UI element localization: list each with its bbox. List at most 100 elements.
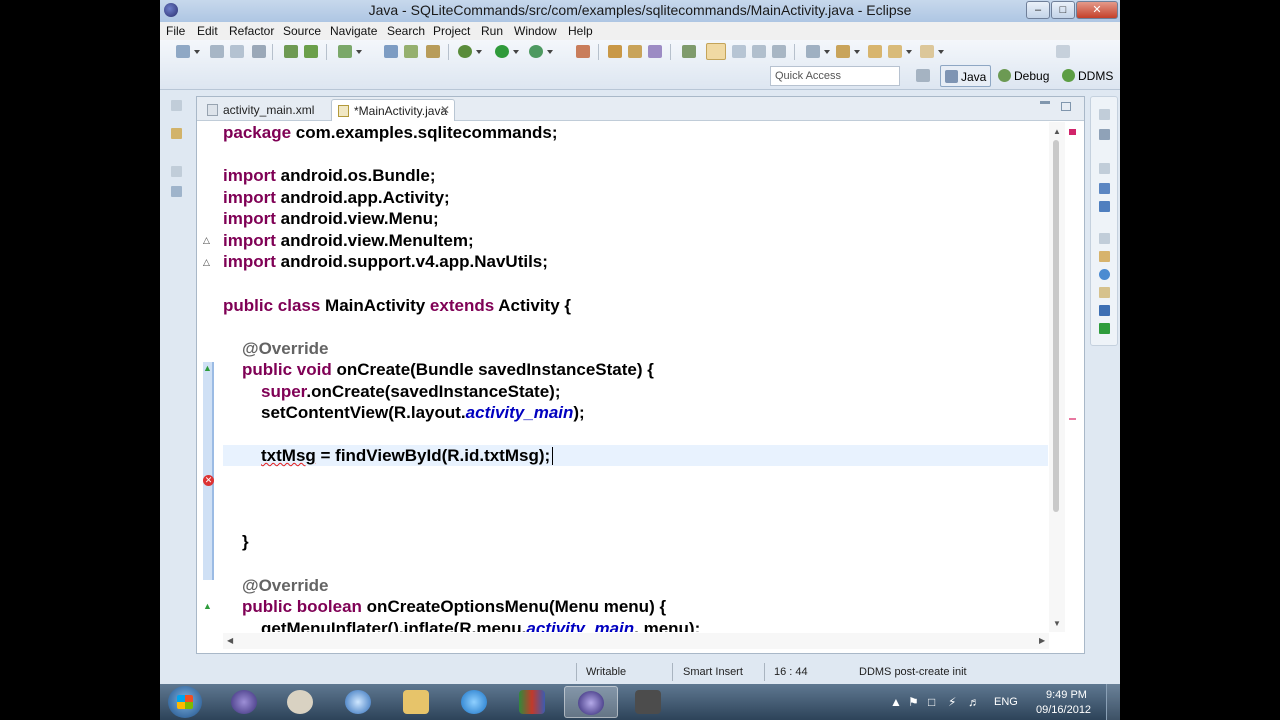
perspective-debug[interactable]: Debug (994, 65, 1053, 87)
override-marker-icon[interactable]: ▲ (203, 364, 212, 373)
taskbar-app-explorer[interactable] (390, 686, 444, 718)
error-identifier[interactable]: txtMsg (261, 446, 316, 465)
scroll-down-icon[interactable]: ▼ (1053, 619, 1061, 628)
open-type-icon[interactable] (384, 45, 398, 58)
save-all-icon[interactable] (230, 45, 244, 58)
menu-help[interactable]: Help (568, 24, 593, 38)
menu-window[interactable]: Window (514, 24, 557, 38)
console-icon[interactable] (1099, 305, 1110, 316)
print-icon[interactable] (252, 45, 266, 58)
perspective-java[interactable]: Java (940, 65, 992, 87)
menu-edit[interactable]: Edit (197, 24, 218, 38)
start-button[interactable] (168, 686, 202, 718)
scrollbar-thumb[interactable] (1053, 140, 1059, 512)
save-icon[interactable] (210, 45, 224, 58)
hierarchy-icon[interactable] (1099, 183, 1110, 194)
new-package-icon[interactable] (628, 45, 642, 58)
menu-refactor[interactable]: Refactor (229, 24, 274, 38)
restore-view-icon[interactable] (1099, 163, 1110, 174)
clock-time[interactable]: 9:49 PM (1046, 689, 1087, 701)
power-icon[interactable]: ⚡ (948, 696, 960, 708)
scroll-left-icon[interactable]: ◀ (227, 636, 233, 645)
mark-occurrences-icon[interactable] (706, 43, 726, 60)
previous-annotation-icon[interactable] (836, 45, 850, 58)
new-class-icon[interactable] (648, 45, 662, 58)
warning-marker-icon[interactable]: △ (203, 236, 212, 245)
menu-file[interactable]: File (166, 24, 185, 38)
restore-view-icon[interactable] (171, 100, 182, 111)
flag-icon[interactable]: ⚑ (908, 696, 920, 708)
android-sdk-icon[interactable] (284, 45, 298, 58)
previous-annotation-dropdown-icon[interactable] (854, 50, 860, 54)
javadoc-icon[interactable] (1099, 269, 1110, 280)
menu-navigate[interactable]: Navigate (330, 24, 377, 38)
error-overview-marker[interactable] (1069, 129, 1076, 135)
lint-check-icon[interactable] (338, 45, 352, 58)
debug-dropdown-icon[interactable] (476, 50, 482, 54)
taskbar-app-eclipse-pinned[interactable] (218, 686, 272, 718)
restore-view-icon[interactable] (171, 166, 182, 177)
declaration-icon[interactable] (1099, 287, 1110, 298)
vertical-scrollbar[interactable]: ▲ ▼ (1049, 122, 1065, 632)
run-icon[interactable] (495, 45, 509, 58)
language-indicator[interactable]: ENG (994, 696, 1018, 708)
overview-marker[interactable] (1069, 418, 1076, 420)
close-button[interactable]: ✕ (1076, 1, 1118, 19)
close-tab-icon[interactable]: ✕ (440, 103, 450, 117)
tab-main-activity-java[interactable]: *MainActivity.java ✕ (331, 99, 455, 121)
problems-icon[interactable] (1099, 251, 1110, 262)
last-edit-icon[interactable] (868, 45, 882, 58)
show-hidden-icons-icon[interactable]: ▲ (890, 696, 902, 708)
menu-project[interactable]: Project (433, 24, 470, 38)
restore-view-icon[interactable] (1099, 233, 1110, 244)
tab-activity-main-xml[interactable]: activity_main.xml (201, 99, 329, 121)
next-annotation-icon[interactable] (806, 45, 820, 58)
lint-dropdown-icon[interactable] (356, 50, 362, 54)
taskbar-app-eclipse-active[interactable] (564, 686, 618, 718)
network-icon[interactable]: □ (928, 696, 940, 708)
open-perspective-icon[interactable] (916, 69, 930, 82)
clock-date[interactable]: 09/16/2012 (1036, 704, 1091, 716)
new-java-project-icon[interactable] (608, 45, 622, 58)
coverage-icon[interactable] (576, 45, 590, 58)
toggle-breadcrumb-icon[interactable] (682, 45, 696, 58)
back-icon[interactable] (888, 45, 902, 58)
avd-manager-icon[interactable] (304, 45, 318, 58)
open-task-icon[interactable] (404, 45, 418, 58)
run-dropdown-icon[interactable] (513, 50, 519, 54)
taskbar-app-internet-explorer[interactable] (448, 686, 502, 718)
code-area[interactable]: package com.examples.sqlitecommands; imp… (223, 122, 1059, 632)
minimize-button[interactable]: – (1026, 1, 1050, 19)
word-wrap-icon[interactable] (752, 45, 766, 58)
logcat-icon[interactable] (1099, 323, 1110, 334)
pin-editor-icon[interactable] (1056, 45, 1070, 58)
maximize-editor-icon[interactable] (1061, 102, 1071, 111)
warning-marker-icon[interactable]: △ (203, 258, 212, 267)
show-desktop-button[interactable] (1106, 684, 1120, 720)
new-dropdown-icon[interactable] (194, 50, 200, 54)
taskbar-app-books[interactable] (506, 686, 560, 718)
override-marker-icon[interactable]: ▲ (203, 602, 212, 611)
taskbar-app-recorder[interactable] (622, 686, 676, 718)
scroll-right-icon[interactable]: ▶ (1039, 636, 1045, 645)
horizontal-scrollbar[interactable]: ◀ ▶ (223, 633, 1049, 649)
tree-view-icon[interactable] (1099, 201, 1110, 212)
forward-dropdown-icon[interactable] (938, 50, 944, 54)
next-annotation-dropdown-icon[interactable] (824, 50, 830, 54)
perspective-ddms[interactable]: DDMS (1058, 65, 1117, 87)
scroll-up-icon[interactable]: ▲ (1053, 127, 1061, 136)
search-icon[interactable] (426, 45, 440, 58)
external-tools-icon[interactable] (529, 45, 543, 58)
new-icon[interactable] (176, 45, 190, 58)
outline-icon[interactable] (1099, 129, 1110, 140)
external-tools-dropdown-icon[interactable] (547, 50, 553, 54)
debug-icon[interactable] (458, 45, 472, 58)
error-marker-icon[interactable]: ✕ (203, 475, 214, 486)
taskbar-app-java[interactable] (274, 686, 328, 718)
block-selection-icon[interactable] (732, 45, 746, 58)
maximize-button[interactable]: □ (1051, 1, 1075, 19)
menu-source[interactable]: Source (283, 24, 321, 38)
volume-icon[interactable]: ♬ (968, 696, 980, 708)
menu-search[interactable]: Search (387, 24, 425, 38)
menu-run[interactable]: Run (481, 24, 503, 38)
